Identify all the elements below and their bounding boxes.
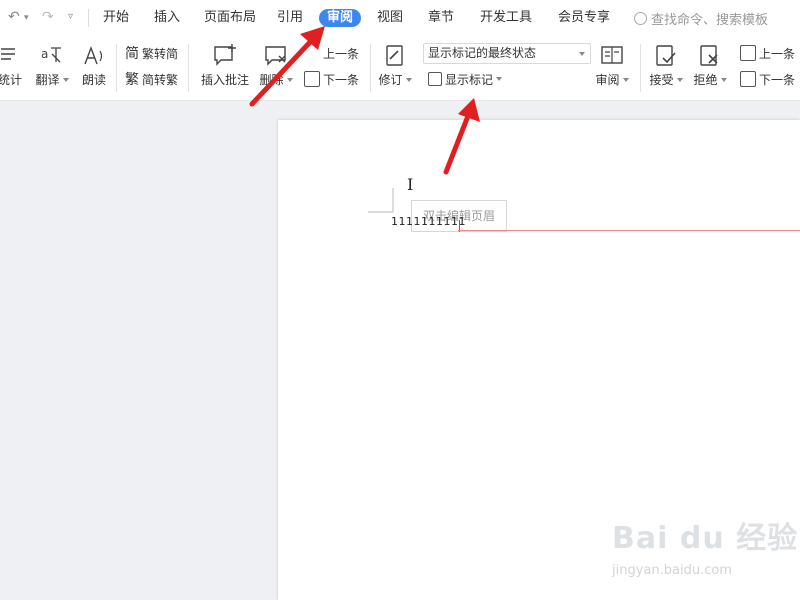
tab-chapter[interactable]: 章节 bbox=[428, 9, 454, 27]
insert-comment-button[interactable]: 插入批注 bbox=[198, 44, 252, 88]
command-search[interactable]: 查找命令、搜索模板 bbox=[634, 9, 768, 28]
delete-comment-button[interactable]: 删除 bbox=[258, 44, 294, 88]
menu-bar: ↶ ▾ ↷ ▿ 开始 插入 页面布局 引用 审阅 视图 章节 开发工具 会员专享… bbox=[0, 0, 800, 36]
accept-icon bbox=[653, 44, 679, 68]
chevron-down-icon bbox=[676, 78, 683, 82]
document-body-text[interactable]: 1111111111 bbox=[391, 215, 466, 228]
divider bbox=[370, 44, 371, 92]
redo-icon[interactable]: ↷ bbox=[42, 9, 54, 25]
search-icon bbox=[634, 12, 647, 25]
prev-comment-icon bbox=[304, 45, 320, 61]
simp-to-trad-button[interactable]: 繁简转繁 bbox=[125, 69, 178, 89]
insert-comment-label: 插入批注 bbox=[200, 73, 249, 87]
next-comment-button[interactable]: 下一条 bbox=[304, 69, 359, 89]
watermark-url: jingyan.baidu.com bbox=[612, 563, 732, 578]
trad-to-simp-button[interactable]: 简繁转简 bbox=[125, 43, 178, 63]
word-count-icon bbox=[0, 44, 23, 68]
undo-dropdown-icon[interactable]: ▾ bbox=[24, 13, 29, 23]
divider bbox=[116, 44, 117, 92]
trad-to-simp-label: 繁转简 bbox=[142, 46, 179, 61]
reject-button[interactable]: 拒绝 bbox=[692, 44, 728, 88]
prev-change-button[interactable]: 上一条 bbox=[740, 43, 795, 63]
read-aloud-label: 朗读 bbox=[81, 73, 106, 87]
read-aloud-button[interactable]: 朗读 bbox=[78, 44, 110, 88]
svg-text:a: a bbox=[41, 47, 48, 61]
delete-comment-icon bbox=[263, 44, 289, 68]
tab-home[interactable]: 开始 bbox=[103, 9, 129, 27]
revision-line bbox=[458, 230, 800, 231]
review-pane-button[interactable]: 审阅 bbox=[594, 44, 630, 88]
prev-comment-button[interactable]: 上一条 bbox=[304, 43, 359, 63]
prev-change-label: 上一条 bbox=[759, 46, 796, 61]
delete-comment-label: 删除 bbox=[259, 73, 284, 87]
word-count-button[interactable]: 统计 bbox=[0, 44, 26, 88]
tab-insert[interactable]: 插入 bbox=[154, 9, 180, 27]
insert-comment-icon bbox=[212, 44, 238, 68]
track-changes-icon bbox=[382, 44, 408, 68]
markup-state-value: 显示标记的最终状态 bbox=[428, 46, 537, 60]
prev-change-icon bbox=[740, 45, 756, 61]
next-comment-label: 下一条 bbox=[323, 72, 360, 87]
tab-member[interactable]: 会员专享 bbox=[558, 9, 610, 27]
review-pane-label: 审阅 bbox=[595, 73, 620, 87]
translate-label: 翻译 bbox=[35, 73, 60, 87]
reject-icon bbox=[697, 44, 723, 68]
show-markup-button[interactable]: 显示标记 bbox=[428, 69, 503, 89]
chevron-down-icon bbox=[579, 52, 585, 56]
next-change-label: 下一条 bbox=[759, 72, 796, 87]
customize-icon[interactable]: ▿ bbox=[68, 11, 73, 22]
show-markup-icon bbox=[428, 72, 442, 86]
search-placeholder: 查找命令、搜索模板 bbox=[651, 13, 769, 28]
next-change-icon bbox=[740, 71, 756, 87]
chevron-down-icon bbox=[622, 78, 629, 82]
reject-label: 拒绝 bbox=[693, 73, 718, 87]
ibeam-cursor-icon: I bbox=[407, 175, 414, 194]
translate-button[interactable]: a 翻译 bbox=[34, 44, 70, 88]
accept-button[interactable]: 接受 bbox=[648, 44, 684, 88]
chevron-down-icon bbox=[496, 77, 503, 81]
chevron-down-icon bbox=[62, 78, 69, 82]
chevron-down-icon bbox=[405, 78, 412, 82]
trad-simp-icon: 简 bbox=[125, 46, 139, 62]
tab-developer[interactable]: 开发工具 bbox=[480, 9, 532, 27]
undo-icon[interactable]: ↶ bbox=[8, 9, 20, 25]
watermark-logo: Bai du 经验 bbox=[612, 521, 799, 556]
simp-trad-icon: 繁 bbox=[125, 72, 139, 88]
divider bbox=[88, 9, 89, 27]
track-changes-label: 修订 bbox=[378, 73, 403, 87]
review-pane-icon bbox=[599, 44, 625, 68]
prev-comment-label: 上一条 bbox=[323, 46, 360, 61]
translate-icon: a bbox=[39, 44, 65, 68]
track-changes-button[interactable]: 修订 bbox=[376, 44, 414, 88]
markup-state-select[interactable]: 显示标记的最终状态 bbox=[423, 43, 591, 64]
next-change-button[interactable]: 下一条 bbox=[740, 69, 795, 89]
tab-references[interactable]: 引用 bbox=[277, 9, 303, 27]
tab-view[interactable]: 视图 bbox=[377, 9, 403, 27]
show-markup-label: 显示标记 bbox=[445, 72, 494, 87]
chevron-down-icon bbox=[720, 78, 727, 82]
tab-review[interactable]: 审阅 bbox=[319, 9, 362, 27]
margin-corner-mark bbox=[368, 188, 394, 213]
chevron-down-icon bbox=[286, 78, 293, 82]
next-comment-icon bbox=[304, 71, 320, 87]
divider bbox=[640, 44, 641, 92]
simp-to-trad-label: 简转繁 bbox=[142, 72, 179, 87]
read-aloud-icon bbox=[81, 44, 107, 68]
accept-label: 接受 bbox=[649, 73, 674, 87]
divider bbox=[188, 44, 189, 92]
tab-page-layout[interactable]: 页面布局 bbox=[204, 9, 256, 27]
word-count-label: 统计 bbox=[0, 73, 22, 87]
